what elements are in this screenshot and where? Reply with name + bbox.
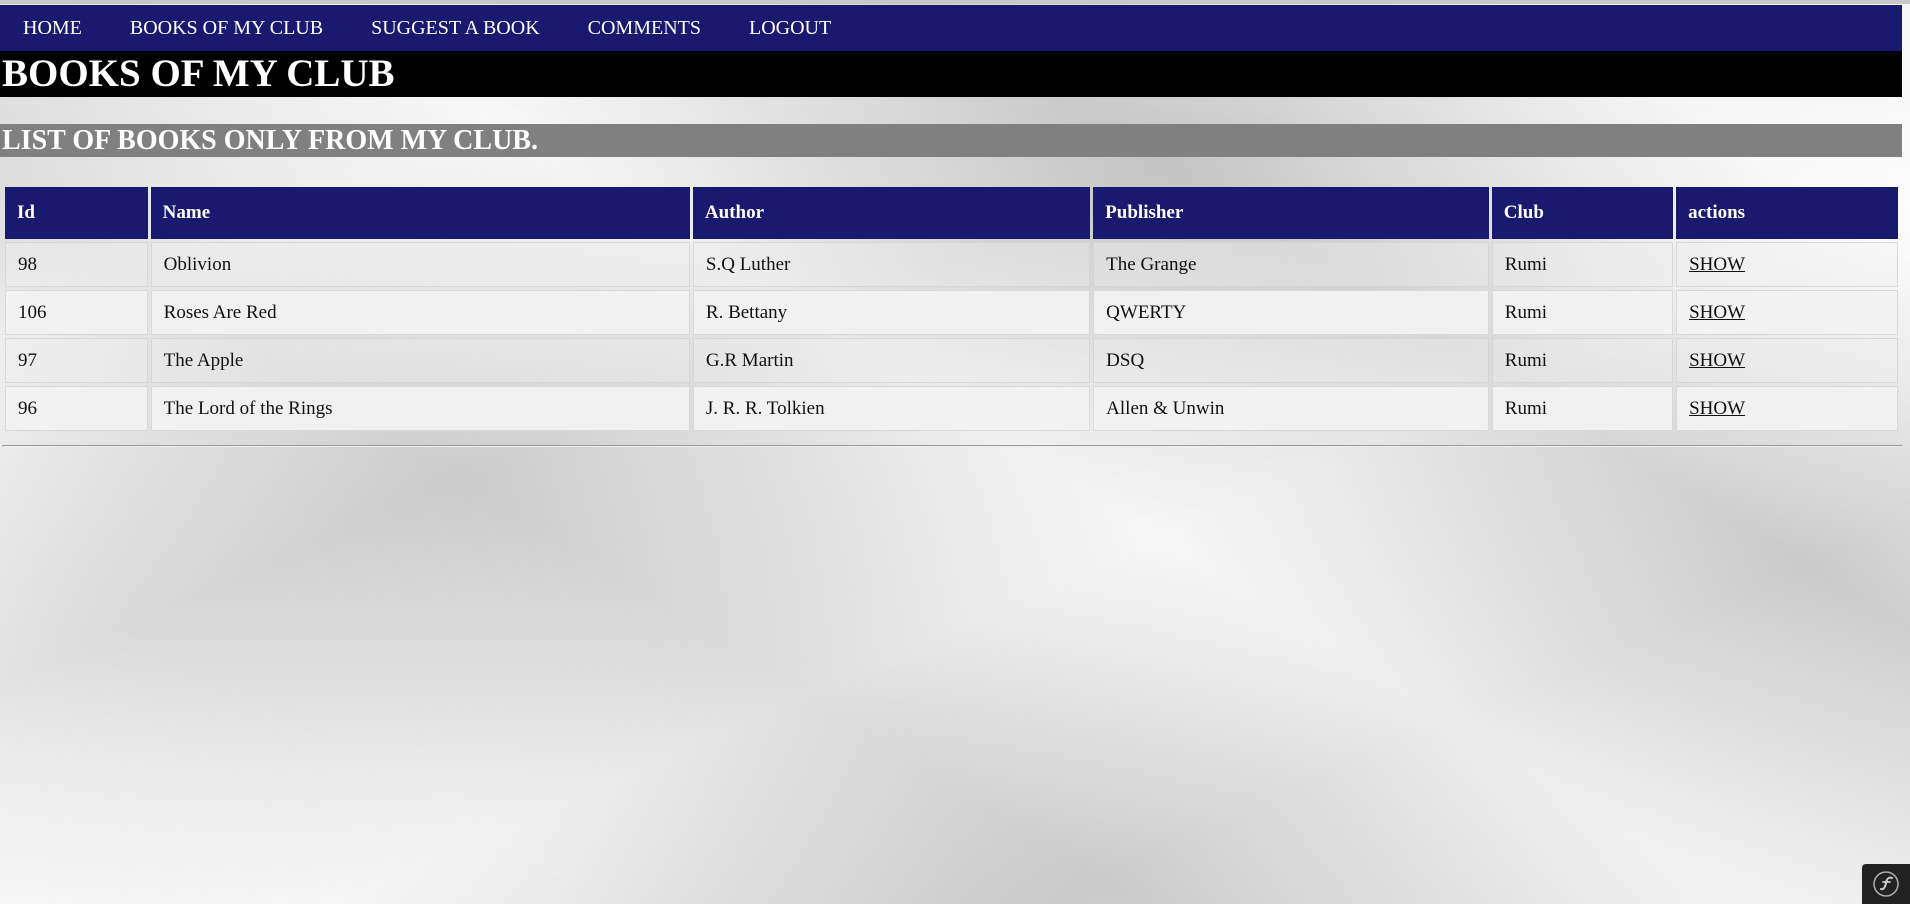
cell-publisher: The Grange	[1093, 242, 1489, 287]
cell-club: Rumi	[1491, 386, 1674, 431]
books-table: Id Name Author Publisher Club actions 98…	[2, 184, 1901, 434]
column-header-actions: actions	[1676, 187, 1898, 239]
nav-comments-link[interactable]: COMMENTS	[564, 5, 725, 51]
cell-name: Roses Are Red	[150, 290, 690, 335]
table-row: 97 The Apple G.R Martin DSQ Rumi SHOW	[5, 338, 1898, 383]
table-row: 106 Roses Are Red R. Bettany QWERTY Rumi…	[5, 290, 1898, 335]
cell-club: Rumi	[1491, 242, 1674, 287]
page-subtitle: LIST OF BOOKS ONLY FROM MY CLUB.	[0, 124, 1902, 157]
column-header-publisher: Publisher	[1093, 187, 1489, 239]
table-header-row: Id Name Author Publisher Club actions	[5, 187, 1898, 239]
cell-publisher: QWERTY	[1093, 290, 1489, 335]
show-book-link[interactable]: SHOW	[1689, 398, 1745, 419]
browser-top-edge	[0, 0, 1910, 4]
column-header-author: Author	[692, 187, 1091, 239]
nav-home-link[interactable]: HOME	[0, 5, 106, 51]
cell-name: The Apple	[150, 338, 690, 383]
cell-publisher: Allen & Unwin	[1093, 386, 1489, 431]
cell-club: Rumi	[1491, 338, 1674, 383]
cell-club: Rumi	[1491, 290, 1674, 335]
column-header-club: Club	[1491, 187, 1674, 239]
symfony-logo-icon	[1873, 871, 1899, 897]
cell-author: S.Q Luther	[692, 242, 1091, 287]
show-book-link[interactable]: SHOW	[1689, 254, 1745, 275]
nav-books-of-my-club-link[interactable]: BOOKS OF MY CLUB	[106, 5, 347, 51]
cell-author: G.R Martin	[692, 338, 1091, 383]
cell-id: 106	[5, 290, 148, 335]
nav-logout-link[interactable]: LOGOUT	[725, 5, 855, 51]
cell-actions: SHOW	[1676, 242, 1898, 287]
column-header-name: Name	[150, 187, 690, 239]
content-divider	[2, 445, 1903, 447]
cell-id: 98	[5, 242, 148, 287]
debug-toolbar-toggle[interactable]	[1862, 864, 1910, 904]
show-book-link[interactable]: SHOW	[1689, 302, 1745, 323]
cell-id: 97	[5, 338, 148, 383]
cell-author: J. R. R. Tolkien	[692, 386, 1091, 431]
main-navbar: HOME BOOKS OF MY CLUB SUGGEST A BOOK COM…	[0, 5, 1902, 51]
cell-actions: SHOW	[1676, 338, 1898, 383]
table-row: 96 The Lord of the Rings J. R. R. Tolkie…	[5, 386, 1898, 431]
nav-suggest-a-book-link[interactable]: SUGGEST A BOOK	[347, 5, 564, 51]
cell-actions: SHOW	[1676, 290, 1898, 335]
page-title: BOOKS OF MY CLUB	[0, 51, 1902, 97]
cell-name: Oblivion	[150, 242, 690, 287]
column-header-id: Id	[5, 187, 148, 239]
cell-name: The Lord of the Rings	[150, 386, 690, 431]
show-book-link[interactable]: SHOW	[1689, 350, 1745, 371]
table-row: 98 Oblivion S.Q Luther The Grange Rumi S…	[5, 242, 1898, 287]
cell-actions: SHOW	[1676, 386, 1898, 431]
cell-id: 96	[5, 386, 148, 431]
cell-publisher: DSQ	[1093, 338, 1489, 383]
cell-author: R. Bettany	[692, 290, 1091, 335]
